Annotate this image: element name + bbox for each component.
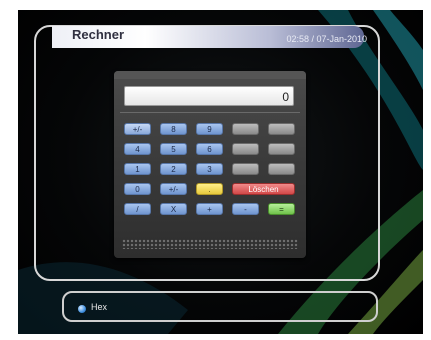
calculator: 0 +/- 8 9 4 5 6 1 2 3 0 +/-. Löschen / X + - = [114, 71, 306, 258]
decimal-key[interactable]: . [196, 183, 223, 195]
datetime-display: 02:58 / 07-Jan-2010 [286, 34, 367, 44]
page-title: Rechner [72, 27, 125, 42]
digit-5-key[interactable]: 5 [160, 143, 187, 155]
clear-key[interactable]: Löschen [232, 183, 295, 195]
blank-key[interactable] [268, 123, 295, 135]
digit-1-key[interactable]: 1 [124, 163, 151, 175]
sign-toggle-key[interactable]: +/- [160, 183, 187, 195]
divider [120, 112, 300, 113]
blank-key[interactable] [268, 163, 295, 175]
digit-9-key[interactable]: 9 [196, 123, 223, 135]
footer-bar [62, 291, 378, 322]
digit-0-key[interactable]: 0 [124, 183, 151, 195]
speaker-grille [122, 239, 298, 249]
blue-dot-icon [78, 305, 86, 313]
calculator-top-edge [114, 71, 306, 79]
multiply-key[interactable]: X [160, 203, 187, 215]
digit-6-key[interactable]: 6 [196, 143, 223, 155]
digit-3-key[interactable]: 3 [196, 163, 223, 175]
equals-key[interactable]: = [268, 203, 295, 215]
blank-key[interactable] [232, 143, 259, 155]
digit-4-key[interactable]: 4 [124, 143, 151, 155]
blank-key[interactable] [232, 163, 259, 175]
sign-toggle-key[interactable]: +/- [124, 123, 151, 135]
calculator-display: 0 [124, 86, 294, 106]
digit-2-key[interactable]: 2 [160, 163, 187, 175]
digit-8-key[interactable]: 8 [160, 123, 187, 135]
divide-key[interactable]: / [124, 203, 151, 215]
plus-key[interactable]: + [196, 203, 223, 215]
minus-key[interactable]: - [232, 203, 259, 215]
blank-key[interactable] [232, 123, 259, 135]
hex-hint-label: Hex [91, 302, 108, 312]
blank-key[interactable] [268, 143, 295, 155]
